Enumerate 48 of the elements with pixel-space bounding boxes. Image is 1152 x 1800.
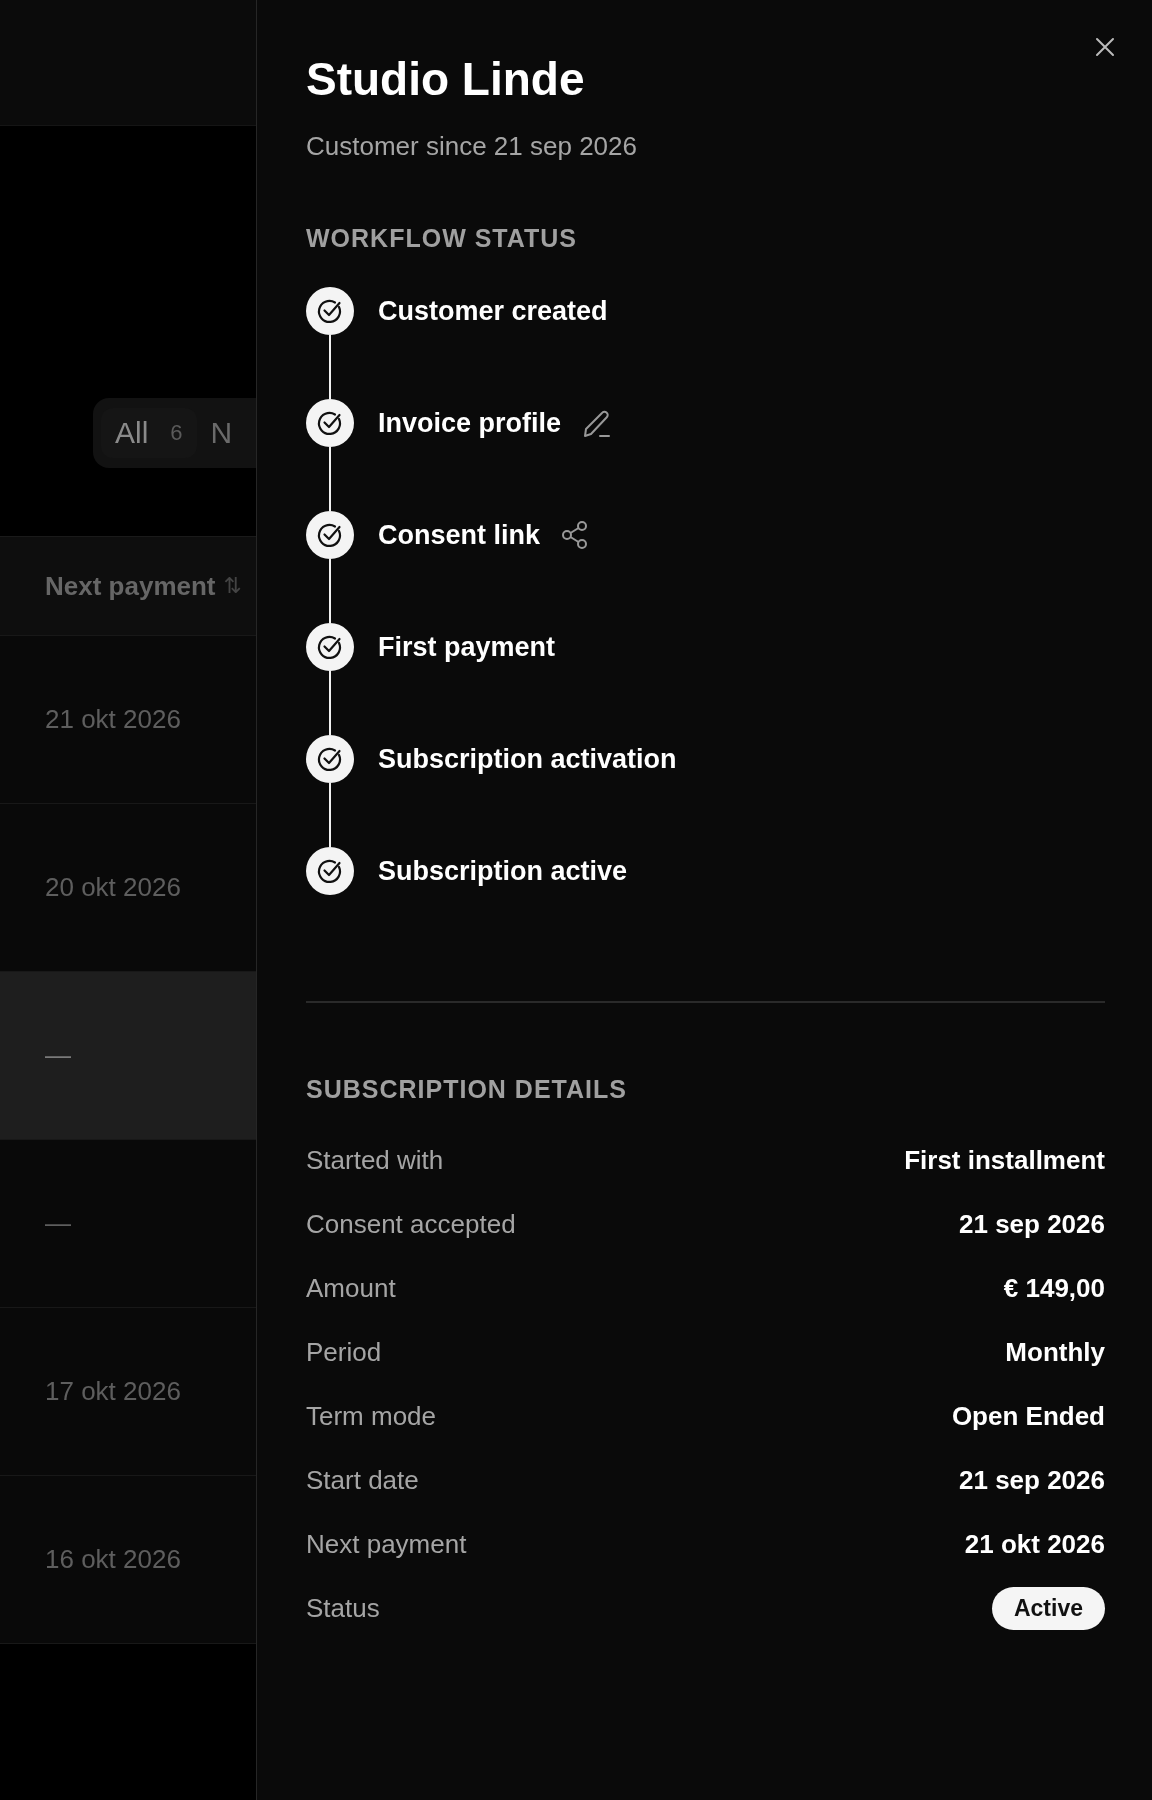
step-label: First payment [378,631,556,665]
table-cell: 20 okt 2026 [45,872,181,903]
table-cell: — [45,1040,71,1071]
detail-value: € 149,00 [1003,1272,1105,1304]
detail-value: 21 sep 2026 [959,1208,1105,1240]
table-row[interactable]: 20 okt 2026 [0,804,256,972]
connector-line [329,447,331,512]
detail-label: Status [306,1592,380,1624]
connector-line [329,671,331,736]
detail-label: Start date [306,1464,419,1496]
panel-title: Studio Linde [306,52,585,107]
table-row[interactable]: — [0,972,256,1140]
connector-line [329,783,331,848]
table-cell: 21 okt 2026 [45,704,181,735]
detail-label: Amount [306,1272,396,1304]
detail-label: Next payment [306,1528,467,1560]
detail-label: Started with [306,1144,444,1176]
detail-value: 21 sep 2026 [959,1464,1105,1496]
table-row[interactable]: 17 okt 2026 [0,1308,256,1476]
detail-label: Consent accepted [306,1208,516,1240]
table-cell: 17 okt 2026 [45,1376,181,1407]
table-cell: 16 okt 2026 [45,1544,181,1575]
detail-value: Open Ended [951,1400,1105,1432]
sort-icon[interactable]: ⇅ [223,573,242,599]
filter-tab[interactable]: N [196,408,247,458]
step-label: Customer created [378,295,608,329]
detail-value: Monthly [1005,1336,1105,1368]
section-heading: SUBSCRIPTION DETAILS [306,1075,628,1105]
detail-value: First installment [904,1144,1105,1176]
detail-value: 21 okt 2026 [964,1528,1105,1560]
section-heading: WORKFLOW STATUS [306,224,578,254]
panel-subtitle: Customer since 21 sep 2026 [306,131,638,163]
connector-line [329,559,331,624]
share-icon[interactable] [560,520,590,551]
column-header[interactable]: Next payment [45,570,216,602]
step-label: Invoice profile [378,407,562,441]
status-badge: Active [991,1586,1105,1630]
step-label: Subscription activation [378,743,677,777]
table-row[interactable]: 21 okt 2026 [0,636,256,804]
detail-label: Period [306,1336,382,1368]
close-icon[interactable] [1094,36,1116,58]
detail-label: Term mode [306,1400,437,1432]
table-row[interactable]: — [0,1140,256,1308]
table-cell: — [45,1208,71,1239]
step-label: Subscription active [378,855,628,889]
connector-line [329,335,331,400]
step-label: Consent link [378,519,540,553]
table-row[interactable]: 16 okt 2026 [0,1476,256,1644]
